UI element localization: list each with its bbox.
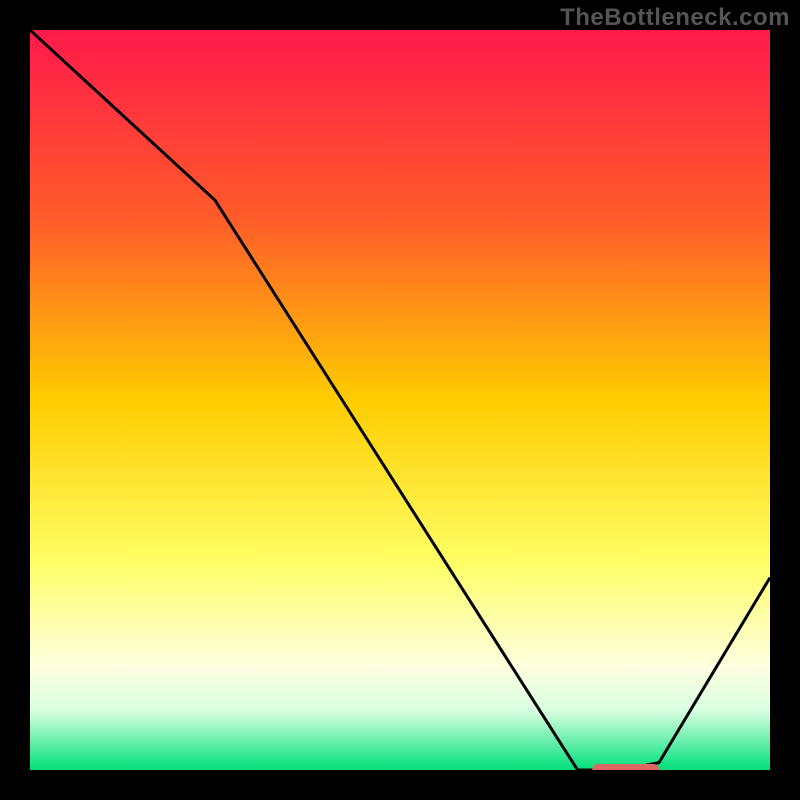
- watermark-text: TheBottleneck.com: [560, 4, 790, 32]
- chart-stage: TheBottleneck.com: [0, 0, 800, 800]
- bottleneck-chart: [30, 30, 770, 770]
- optimal-range-marker: [592, 764, 659, 770]
- gradient-background: [30, 30, 770, 770]
- plot-area: [30, 30, 770, 770]
